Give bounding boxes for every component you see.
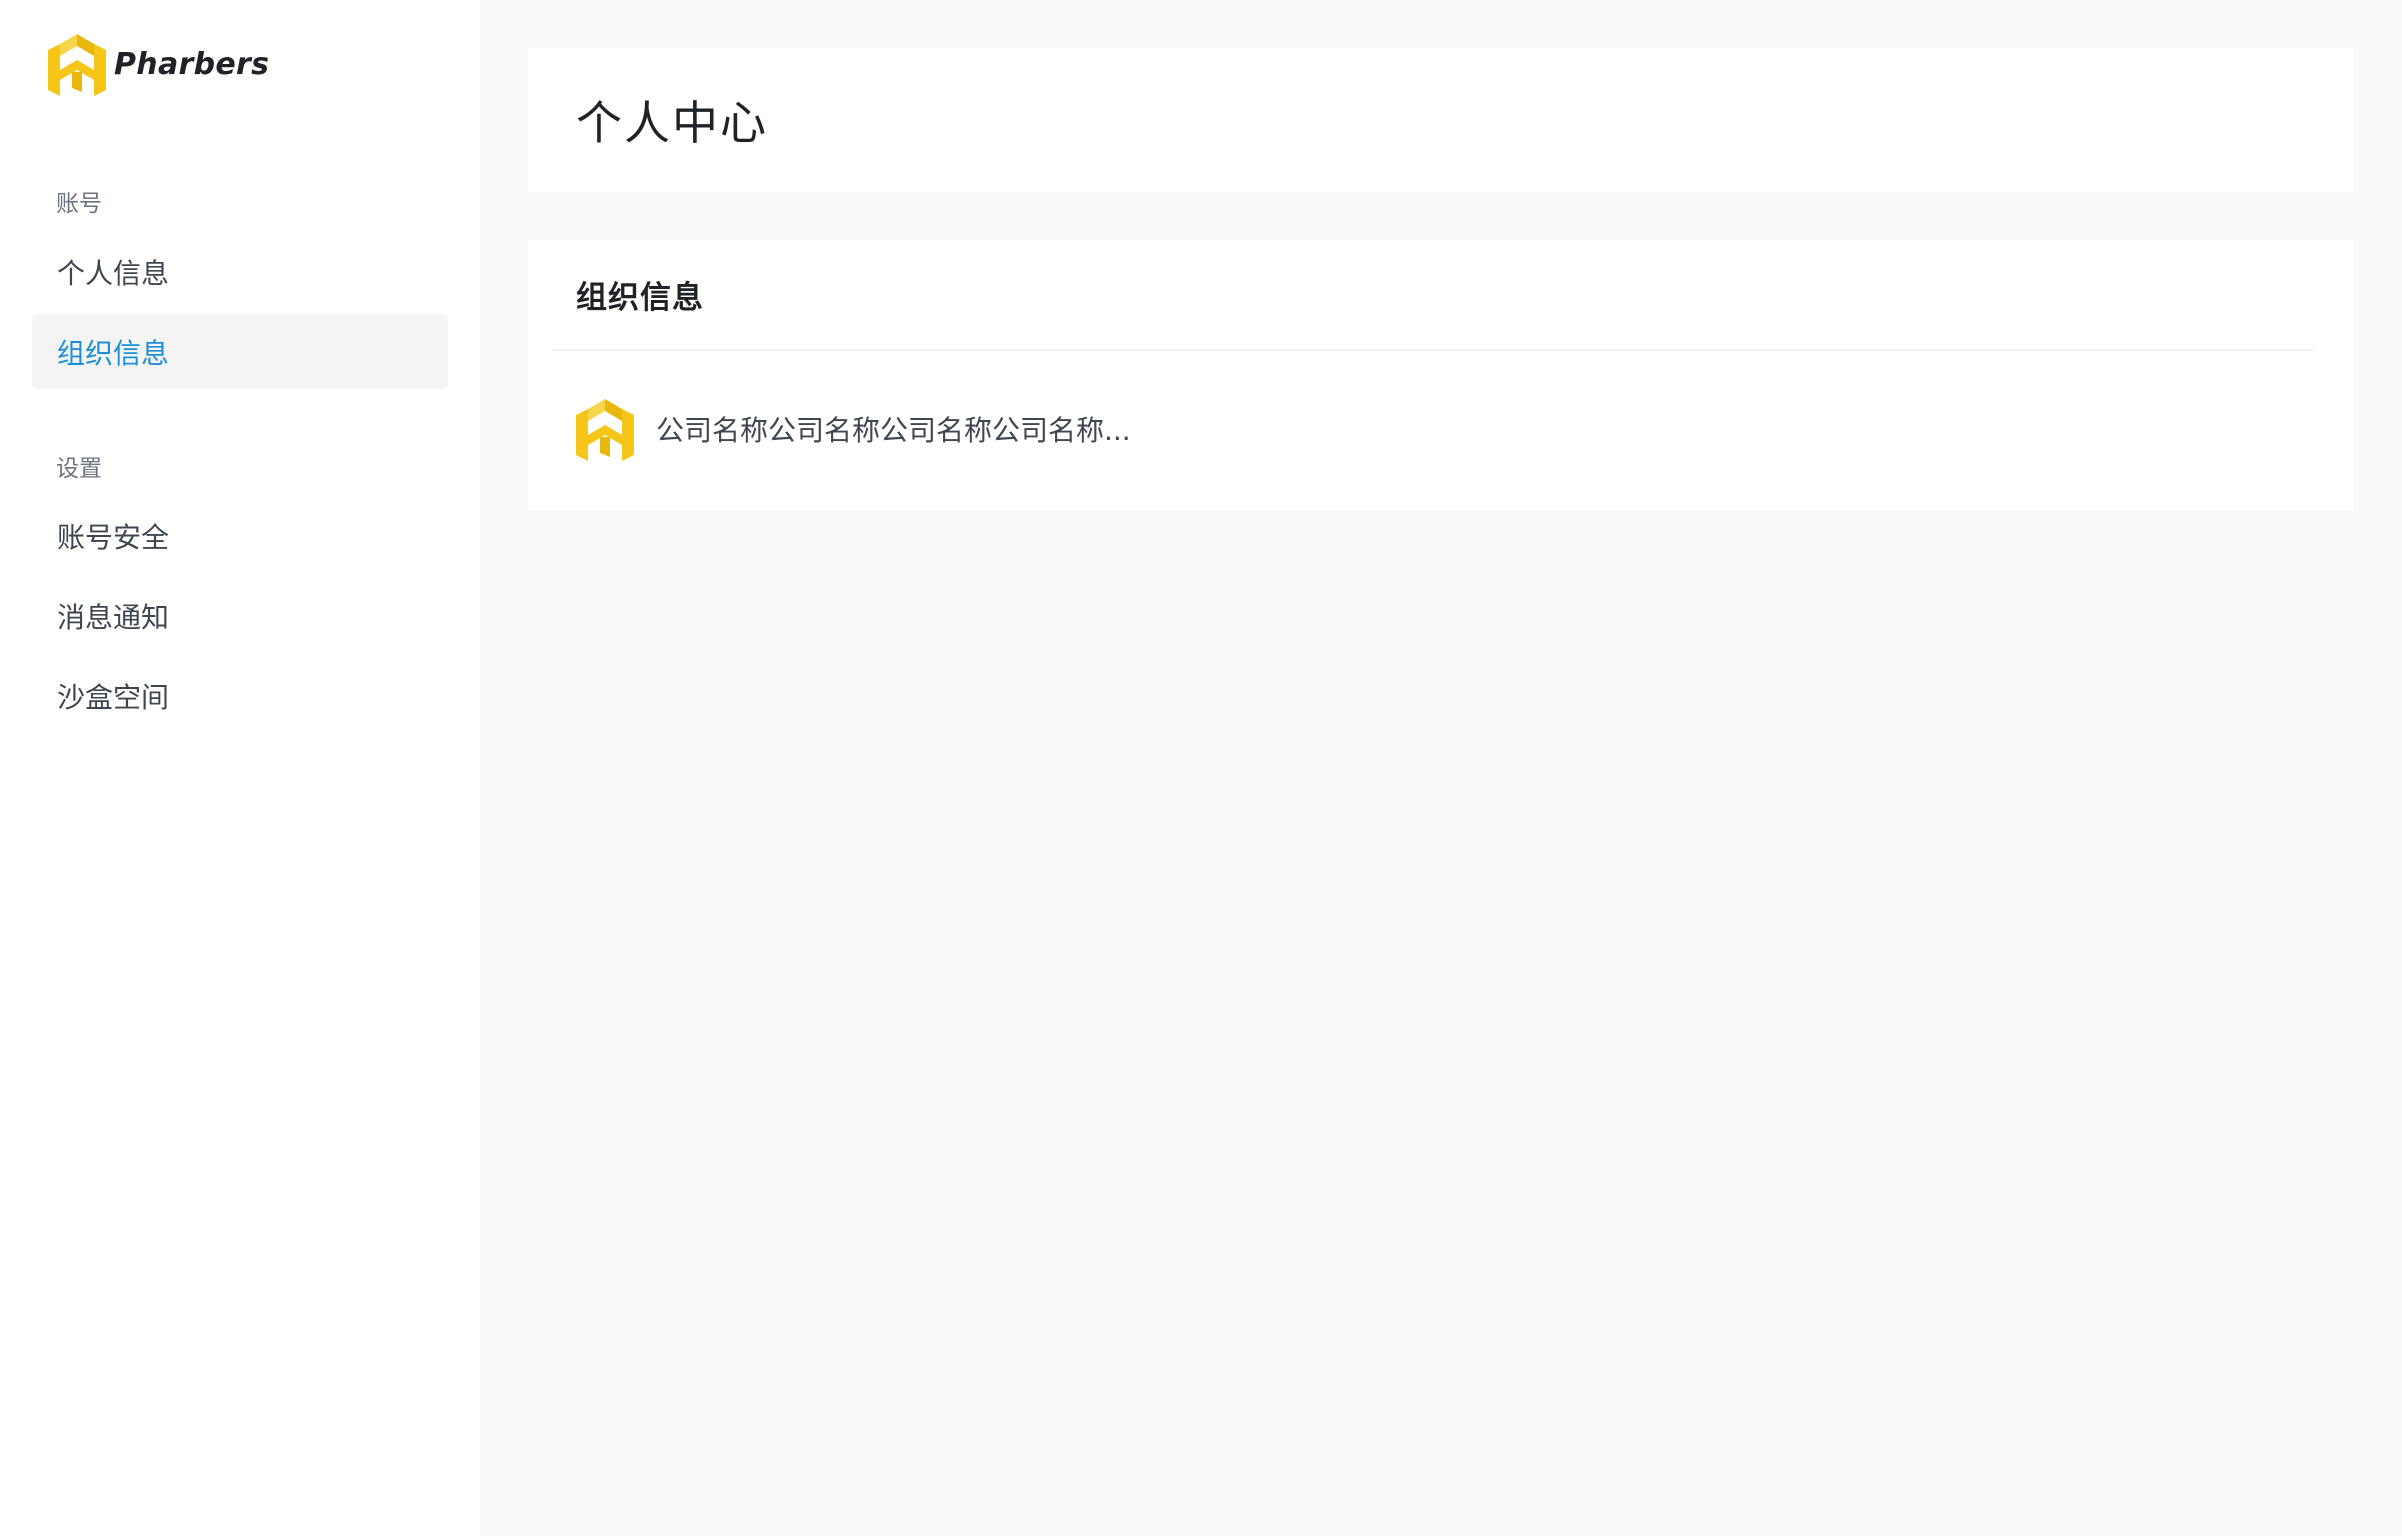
pharbers-logo-icon bbox=[576, 397, 634, 461]
sidebar-item-account-security[interactable]: 账号安全 bbox=[32, 498, 448, 573]
sidebar-item-notifications[interactable]: 消息通知 bbox=[32, 578, 448, 653]
app: Pharbers 账号 个人信息 组织信息 设置 账号安全 消息通知 沙盒空间 … bbox=[0, 0, 2402, 1536]
sidebar-section-account: 账号 bbox=[56, 191, 102, 217]
org-name: 公司名称公司名称公司名称公司名称... bbox=[656, 414, 1131, 447]
org-info-card: 组织信息 公司名称公司名称公司名称公司名称... bbox=[528, 240, 2353, 510]
sidebar-section-settings: 设置 bbox=[56, 456, 102, 482]
sidebar-item-org-info[interactable]: 组织信息 bbox=[32, 314, 448, 389]
pharbers-logo-icon bbox=[48, 32, 106, 96]
divider bbox=[552, 349, 2313, 351]
sidebar-item-personal-info[interactable]: 个人信息 bbox=[32, 234, 448, 309]
page-header: 个人中心 bbox=[528, 48, 2353, 192]
brand-name: Pharbers bbox=[114, 46, 270, 82]
sidebar: Pharbers 账号 个人信息 组织信息 设置 账号安全 消息通知 沙盒空间 bbox=[0, 0, 480, 1536]
org-card-title: 组织信息 bbox=[576, 279, 704, 316]
brand[interactable]: Pharbers bbox=[48, 32, 269, 96]
org-row: 公司名称公司名称公司名称公司名称... bbox=[576, 397, 1131, 461]
page-title: 个人中心 bbox=[576, 96, 768, 150]
sidebar-item-sandbox[interactable]: 沙盒空间 bbox=[32, 658, 448, 733]
